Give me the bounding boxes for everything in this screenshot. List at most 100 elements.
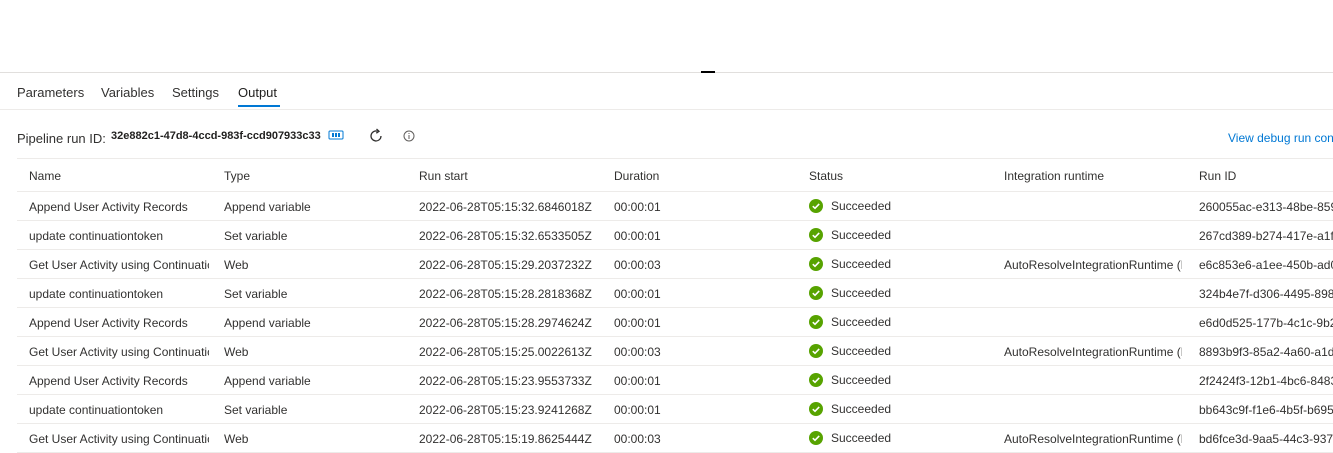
status-text: Succeeded xyxy=(831,227,892,242)
cell-type: Set variable xyxy=(224,229,288,243)
status-text: Succeeded xyxy=(831,285,892,300)
tab-bar: Parameters Variables Settings Output xyxy=(0,80,1333,108)
cell-duration: 00:00:01 xyxy=(614,316,661,330)
refresh-icon[interactable] xyxy=(367,127,385,145)
tab-parameters[interactable]: Parameters xyxy=(17,85,84,100)
cell-name: update continuationtoken xyxy=(29,287,164,301)
cell-integration-runtime: AutoResolveIntegrationRuntime (E xyxy=(1004,345,1182,359)
cell-run-start: 2022-06-28T05:15:25.0022613Z xyxy=(419,345,592,359)
success-check-icon xyxy=(809,314,823,329)
table-row[interactable]: Append User Activity Records Append vari… xyxy=(17,192,1333,221)
cell-duration: 00:00:01 xyxy=(614,200,661,214)
column-header-status[interactable]: Status xyxy=(809,169,843,183)
column-header-integration-runtime[interactable]: Integration runtime xyxy=(1004,169,1104,183)
cell-status: Succeeded xyxy=(809,314,989,329)
cell-status: Succeeded xyxy=(809,198,989,213)
cell-type: Append variable xyxy=(224,200,311,214)
success-check-icon xyxy=(809,198,823,213)
table-row[interactable]: Get User Activity using Continuatic Web … xyxy=(17,250,1333,279)
cell-type: Append variable xyxy=(224,374,311,388)
tab-variables[interactable]: Variables xyxy=(101,85,154,100)
status-text: Succeeded xyxy=(831,314,892,329)
success-check-icon xyxy=(809,343,823,358)
cell-run-id: e6d0d525-177b-4c1c-9b2 xyxy=(1199,316,1333,330)
table-row[interactable]: update continuationtoken Set variable 20… xyxy=(17,279,1333,308)
cell-status: Succeeded xyxy=(809,227,989,242)
cell-name: Get User Activity using Continuatic xyxy=(29,432,209,446)
cell-name: update continuationtoken xyxy=(29,229,164,243)
cell-status: Succeeded xyxy=(809,285,989,300)
pipeline-run-id-value: 32e882c1-47d8-4ccd-983f-ccd907933c33 xyxy=(111,130,321,142)
table-row[interactable]: update continuationtoken Set variable 20… xyxy=(17,221,1333,250)
cell-run-start: 2022-06-28T05:15:32.6846018Z xyxy=(419,200,592,214)
cell-run-start: 2022-06-28T05:15:28.2974624Z xyxy=(419,316,592,330)
cell-run-id: e6c853e6-a1ee-450b-ad09 xyxy=(1199,258,1333,272)
success-check-icon xyxy=(809,430,823,445)
panel-resize-handle[interactable] xyxy=(701,71,715,73)
cell-run-start: 2022-06-28T05:15:23.9241268Z xyxy=(419,403,592,417)
success-check-icon xyxy=(809,256,823,271)
status-text: Succeeded xyxy=(831,256,892,271)
cell-name: Get User Activity using Continuatic xyxy=(29,258,209,272)
view-debug-run-link[interactable]: View debug run con xyxy=(1228,131,1333,145)
copy-icon[interactable] xyxy=(328,129,344,141)
table-row[interactable]: Get User Activity using Continuatic Web … xyxy=(17,424,1333,453)
table-row[interactable]: Append User Activity Records Append vari… xyxy=(17,366,1333,395)
cell-status: Succeeded xyxy=(809,430,989,445)
pipeline-run-id-label: Pipeline run ID: xyxy=(17,131,106,146)
tabs-divider xyxy=(0,109,1333,110)
status-text: Succeeded xyxy=(831,343,892,358)
column-header-run-start[interactable]: Run start xyxy=(419,169,468,183)
cell-status: Succeeded xyxy=(809,401,989,416)
cell-name: Get User Activity using Continuatic xyxy=(29,345,209,359)
tab-output[interactable]: Output xyxy=(238,85,277,100)
cell-type: Append variable xyxy=(224,316,311,330)
tab-settings[interactable]: Settings xyxy=(172,85,219,100)
table-row[interactable]: update continuationtoken Set variable 20… xyxy=(17,395,1333,424)
column-header-type[interactable]: Type xyxy=(224,169,250,183)
table-header: Name Type Run start Duration Status Inte… xyxy=(17,158,1333,192)
cell-type: Set variable xyxy=(224,403,288,417)
cell-run-start: 2022-06-28T05:15:19.8625444Z xyxy=(419,432,592,446)
table-row[interactable]: Append User Activity Records Append vari… xyxy=(17,308,1333,337)
cell-name: update continuationtoken xyxy=(29,403,164,417)
column-header-name[interactable]: Name xyxy=(29,169,61,183)
success-check-icon xyxy=(809,372,823,387)
info-icon[interactable] xyxy=(403,130,415,142)
active-tab-indicator xyxy=(238,105,280,107)
cell-duration: 00:00:01 xyxy=(614,287,661,301)
cell-type: Web xyxy=(224,258,249,272)
cell-status: Succeeded xyxy=(809,372,989,387)
cell-type: Web xyxy=(224,345,249,359)
cell-run-id: 324b4e7f-d306-4495-898e xyxy=(1199,287,1333,301)
activity-runs-table: Name Type Run start Duration Status Inte… xyxy=(17,158,1333,453)
cell-run-start: 2022-06-28T05:15:23.9553733Z xyxy=(419,374,592,388)
cell-run-id: bb643c9f-f1e6-4b5f-b695 xyxy=(1199,403,1333,417)
column-header-run-id[interactable]: Run ID xyxy=(1199,169,1236,183)
success-check-icon xyxy=(809,285,823,300)
status-text: Succeeded xyxy=(831,430,892,445)
panel-divider xyxy=(0,72,1333,73)
cell-run-id: 267cd389-b274-417e-a1f1 xyxy=(1199,229,1333,243)
cell-name: Append User Activity Records xyxy=(29,374,188,388)
cell-name: Append User Activity Records xyxy=(29,316,188,330)
cell-duration: 00:00:01 xyxy=(614,374,661,388)
status-text: Succeeded xyxy=(831,198,892,213)
table-row[interactable]: Get User Activity using Continuatic Web … xyxy=(17,337,1333,366)
cell-run-id: 260055ac-e313-48be-859a xyxy=(1199,200,1333,214)
cell-name: Append User Activity Records xyxy=(29,200,188,214)
cell-duration: 00:00:03 xyxy=(614,432,661,446)
cell-run-id: bd6fce3d-9aa5-44c3-9371 xyxy=(1199,432,1333,446)
cell-run-id: 2f2424f3-12b1-4bc6-8483 xyxy=(1199,374,1333,388)
column-header-duration[interactable]: Duration xyxy=(614,169,659,183)
cell-integration-runtime: AutoResolveIntegrationRuntime (E xyxy=(1004,432,1182,446)
cell-duration: 00:00:03 xyxy=(614,345,661,359)
cell-run-start: 2022-06-28T05:15:28.2818368Z xyxy=(419,287,592,301)
cell-status: Succeeded xyxy=(809,256,989,271)
cell-run-id: 8893b9f3-85a2-4a60-a1db xyxy=(1199,345,1333,359)
cell-run-start: 2022-06-28T05:15:32.6533505Z xyxy=(419,229,592,243)
pipeline-run-bar: Pipeline run ID: 32e882c1-47d8-4ccd-983f… xyxy=(0,124,1333,150)
status-text: Succeeded xyxy=(831,401,892,416)
cell-status: Succeeded xyxy=(809,343,989,358)
success-check-icon xyxy=(809,227,823,242)
